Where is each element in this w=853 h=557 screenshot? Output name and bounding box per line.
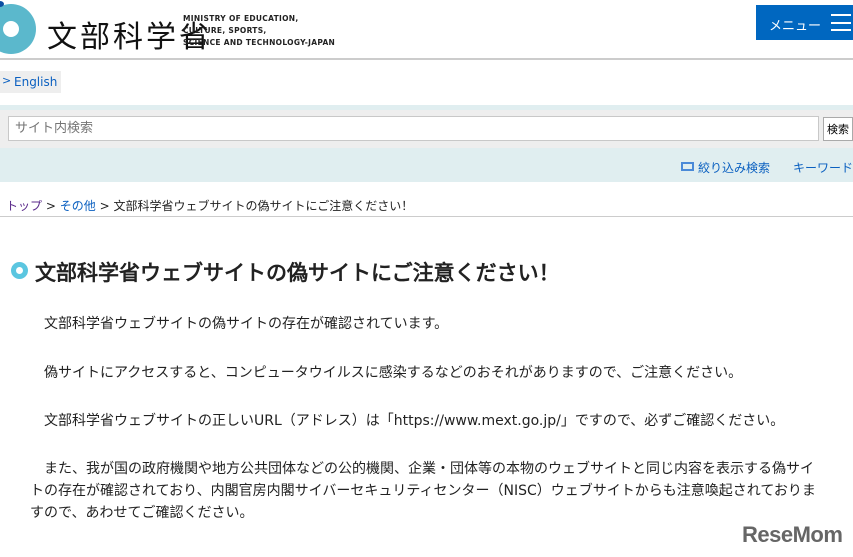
- breadcrumb-current: 文部科学省ウェブサイトの偽サイトにご注意ください！: [113, 199, 414, 213]
- english-link[interactable]: English: [0, 71, 61, 93]
- hamburger-icon: [831, 14, 851, 31]
- menu-label: メニュー: [769, 19, 822, 34]
- filter-search-icon: [681, 162, 694, 171]
- menu-button[interactable]: メニュー: [756, 5, 853, 40]
- divider: [0, 216, 853, 217]
- ministry-emblem-icon: [0, 1, 36, 54]
- title-bullet-icon: [11, 262, 28, 279]
- paragraph: また、我が国の政府機関や地方公共団体などの公的機関、企業・団体等の本物のウェブサ…: [30, 461, 816, 521]
- search-area: 検索 絞り込み検索 キーワード: [0, 105, 853, 182]
- page-title: 文部科学省ウェブサイトの偽サイトにご注意ください！: [35, 261, 560, 285]
- keyword-link[interactable]: キーワード: [793, 159, 853, 176]
- watermark-logo: ReseMom: [742, 522, 843, 547]
- logo-english: MINISTRY OF EDUCATION, CULTURE, SPORTS, …: [183, 14, 336, 47]
- paragraph: 偽サイトにアクセスすると、コンピュータウイルスに感染するなどのおそれがありますの…: [30, 365, 743, 381]
- paragraph: 文部科学省ウェブサイトの正しいURL（アドレス）は「https://www.me…: [30, 413, 785, 429]
- site-search-input[interactable]: [8, 116, 819, 141]
- breadcrumb-top[interactable]: トップ: [6, 199, 42, 213]
- search-button[interactable]: 検索: [823, 117, 853, 141]
- breadcrumb-other[interactable]: その他: [60, 199, 96, 213]
- site-header: 文部科学省 MINISTRY OF EDUCATION, CULTURE, SP…: [0, 0, 853, 60]
- breadcrumb: トップ > その他 > 文部科学省ウェブサイトの偽サイトにご注意ください！: [6, 199, 414, 213]
- filter-search-link[interactable]: 絞り込み検索: [681, 159, 770, 176]
- paragraph: 文部科学省ウェブサイトの偽サイトの存在が確認されています。: [30, 316, 449, 332]
